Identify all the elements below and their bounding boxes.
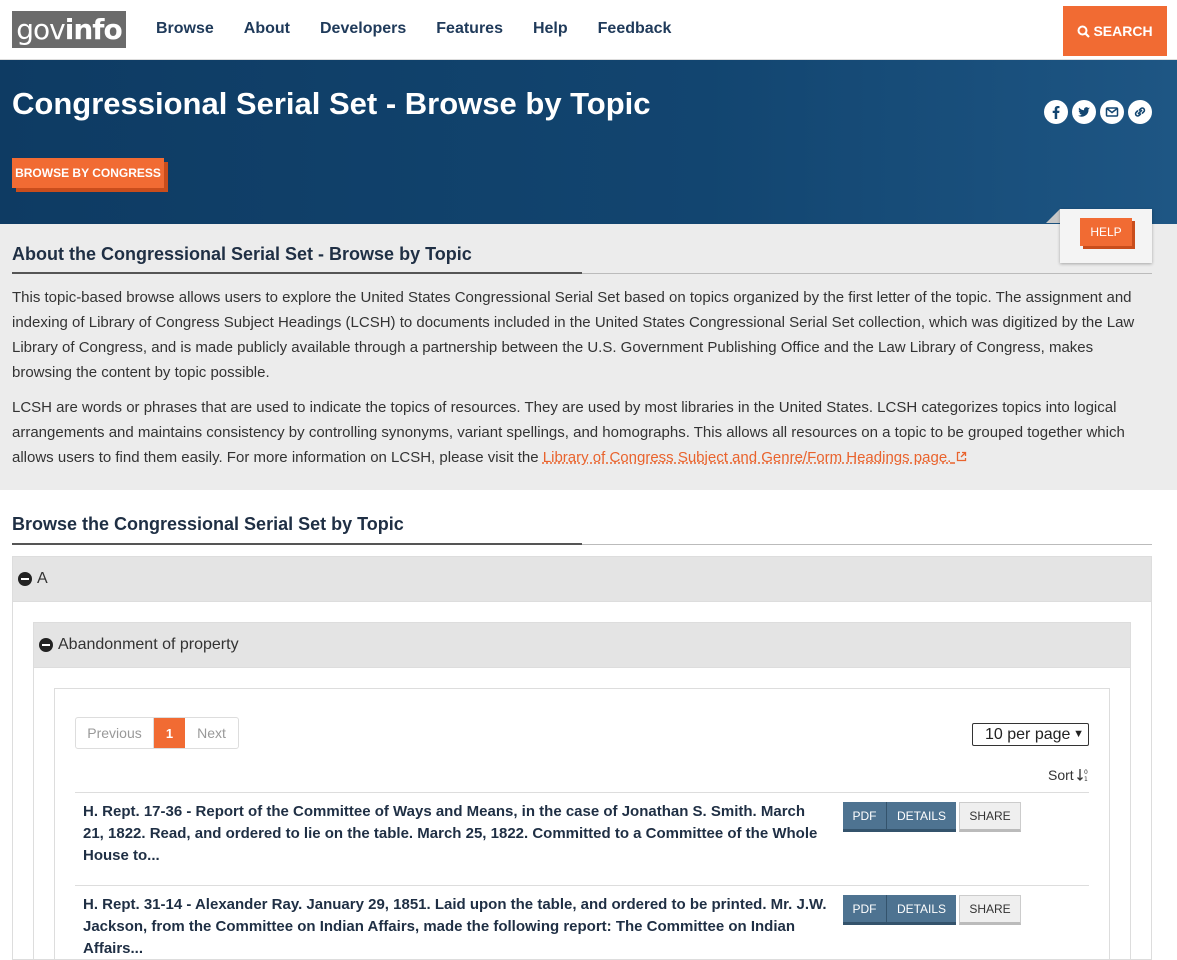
per-page-select[interactable]: 10 per page ▼ [972, 723, 1089, 746]
external-link-icon [956, 451, 966, 462]
nav-help[interactable]: Help [533, 20, 568, 38]
accordion-topic-label: Abandonment of property [58, 636, 239, 653]
browse-heading-underline-light [582, 544, 1152, 545]
result-title-link[interactable]: H. Rept. 31-14 - Alexander Ray. January … [83, 894, 828, 960]
about-paragraph-2: LCSH are words or phrases that are used … [12, 395, 1152, 470]
page-title: Congressional Serial Set - Browse by Top… [12, 86, 651, 121]
svg-text:1: 1 [1084, 776, 1088, 782]
lcsh-link-text: Library of Congress Subject and Genre/Fo… [542, 449, 952, 466]
nav-feedback[interactable]: Feedback [598, 20, 672, 38]
sort-numeric-icon: 01 [1076, 769, 1088, 782]
share-button[interactable]: SHARE [959, 802, 1021, 832]
browse-heading: Browse the Congressional Serial Set by T… [12, 514, 404, 534]
divider [75, 792, 1089, 793]
chevron-down-icon: ▼ [1073, 728, 1084, 740]
browse-heading-underline [12, 543, 582, 545]
main-nav: Browse About Developers Features Help Fe… [156, 20, 701, 38]
about-heading: About the Congressional Serial Set - Bro… [12, 244, 472, 264]
previous-page-button[interactable]: Previous [76, 718, 154, 748]
result-title-link[interactable]: H. Rept. 17-36 - Report of the Committee… [83, 801, 828, 867]
nav-about[interactable]: About [244, 20, 290, 38]
accordion-letter-label: A [37, 570, 48, 587]
facebook-icon[interactable] [1044, 100, 1068, 124]
heading-underline-light [582, 273, 1152, 274]
browse-by-congress-button[interactable]: BROWSE BY CONGRESS [12, 158, 164, 188]
nav-browse[interactable]: Browse [156, 20, 214, 38]
lcsh-link[interactable]: Library of Congress Subject and Genre/Fo… [543, 449, 967, 466]
pdf-button[interactable]: PDF [843, 895, 887, 925]
sort-label: Sort [1048, 767, 1074, 783]
search-button-label: SEARCH [1093, 23, 1153, 39]
result-actions: PDF DETAILS [843, 802, 956, 832]
collapse-icon [18, 572, 32, 586]
help-button[interactable]: HELP [1080, 218, 1132, 246]
accordion-topic-abandonment[interactable]: Abandonment of property [33, 622, 1131, 668]
nav-features[interactable]: Features [436, 20, 503, 38]
details-button[interactable]: DETAILS [887, 802, 956, 832]
current-page-button[interactable]: 1 [154, 718, 185, 748]
govinfo-logo[interactable]: govinfo [12, 11, 126, 48]
collapse-icon [39, 638, 53, 652]
pdf-button[interactable]: PDF [843, 802, 887, 832]
details-button[interactable]: DETAILS [887, 895, 956, 925]
top-navbar: govinfo Browse About Developers Features… [0, 0, 1177, 60]
nav-developers[interactable]: Developers [320, 20, 406, 38]
next-page-button[interactable]: Next [185, 718, 238, 748]
search-icon [1077, 25, 1091, 38]
svg-text:0: 0 [1084, 769, 1088, 776]
logo-text-bold: info [64, 13, 123, 46]
result-actions: PDF DETAILS [843, 895, 956, 925]
search-button[interactable]: SEARCH [1063, 6, 1167, 56]
pagination: Previous 1 Next [75, 717, 239, 749]
twitter-icon[interactable] [1072, 100, 1096, 124]
help-tab-fold [1046, 209, 1060, 223]
email-icon[interactable] [1100, 100, 1124, 124]
link-icon[interactable] [1128, 100, 1152, 124]
about-section: HELP About the Congressional Serial Set … [0, 209, 1177, 490]
heading-underline [12, 272, 582, 274]
about-paragraph-1: This topic-based browse allows users to … [12, 289, 1135, 381]
sort-control[interactable]: Sort 01 [1048, 767, 1090, 783]
accordion-letter-a[interactable]: A [12, 556, 1152, 602]
social-share-bar [1044, 100, 1152, 124]
per-page-value: 10 per page [985, 725, 1071, 743]
divider [75, 885, 1089, 886]
share-button[interactable]: SHARE [959, 895, 1021, 925]
help-tab: HELP [1060, 209, 1152, 263]
page-hero: Congressional Serial Set - Browse by Top… [0, 60, 1177, 224]
logo-text-light: gov [16, 13, 65, 46]
